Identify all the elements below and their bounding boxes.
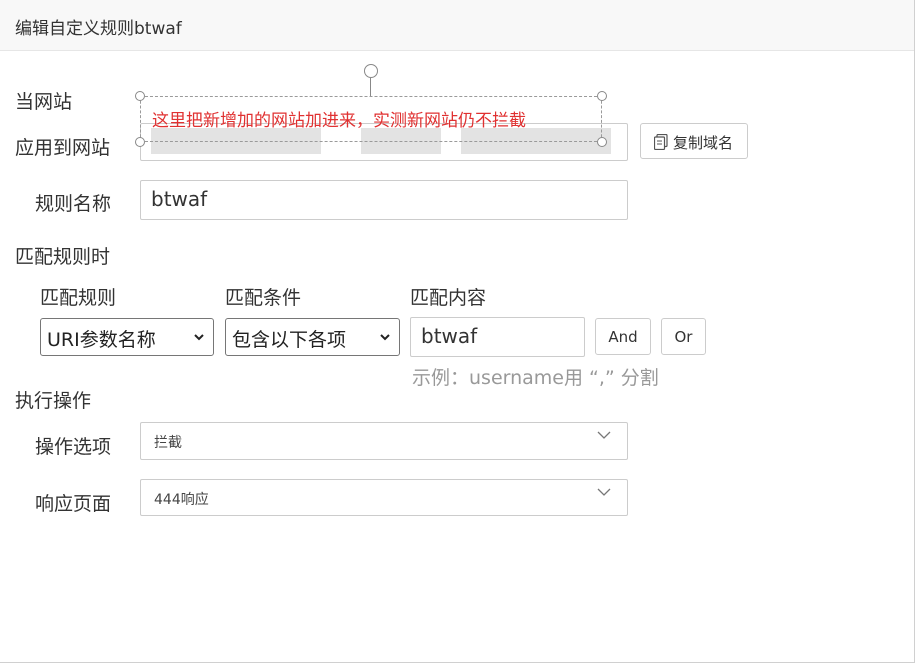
- response-page-value: 444响应: [154, 492, 209, 508]
- response-page-select[interactable]: 444响应: [140, 479, 628, 516]
- match-rule-select[interactable]: URI参数名称: [40, 318, 214, 356]
- dialog-header: 编辑自定义规则btwaf: [0, 0, 914, 51]
- annotation-handle[interactable]: [597, 91, 607, 101]
- and-button[interactable]: And: [595, 318, 651, 355]
- match-section-label: 匹配规则时: [15, 246, 111, 268]
- annotation-rotate-handle[interactable]: [364, 64, 378, 78]
- annotation-rotate-stem: [370, 78, 371, 96]
- response-page-label: 响应页面: [35, 493, 112, 515]
- site-section-label: 当网站: [15, 91, 73, 113]
- action-section-label: 执行操作: [15, 390, 92, 412]
- chevron-down-icon: [597, 431, 611, 439]
- chevron-down-icon: [597, 488, 611, 496]
- chevron-down-icon: [380, 334, 390, 341]
- rule-name-input[interactable]: btwaf: [140, 180, 628, 220]
- or-button[interactable]: Or: [661, 318, 706, 355]
- action-option-label: 操作选项: [35, 436, 112, 458]
- copy-domain-label: 复制域名: [672, 134, 733, 152]
- annotation-handle[interactable]: [597, 137, 607, 147]
- copy-icon: [654, 134, 668, 150]
- annotation-handle[interactable]: [135, 137, 145, 147]
- apply-to-site-label: 应用到网站: [15, 137, 111, 159]
- match-content-input[interactable]: btwaf: [410, 317, 585, 357]
- match-rule-column-label: 匹配规则: [40, 287, 117, 309]
- match-condition-select[interactable]: 包含以下各项: [225, 318, 400, 356]
- match-content-column-label: 匹配内容: [410, 287, 487, 309]
- chevron-down-icon: [194, 334, 204, 341]
- match-condition-column-label: 匹配条件: [225, 287, 302, 309]
- action-option-value: 拦截: [154, 435, 182, 451]
- dialog-title: 编辑自定义规则btwaf: [15, 19, 182, 39]
- action-option-select[interactable]: 拦截: [140, 422, 628, 460]
- annotation-text: 这里把新增加的网站加进来，实测新网站仍不拦截: [152, 111, 526, 131]
- match-rule-value: URI参数名称: [47, 329, 156, 351]
- annotation-handle[interactable]: [135, 91, 145, 101]
- match-hint: 示例：username用 “,” 分割: [412, 367, 659, 389]
- copy-domain-button[interactable]: 复制域名: [640, 123, 748, 159]
- match-condition-value: 包含以下各项: [232, 329, 347, 351]
- rule-name-label: 规则名称: [35, 193, 112, 215]
